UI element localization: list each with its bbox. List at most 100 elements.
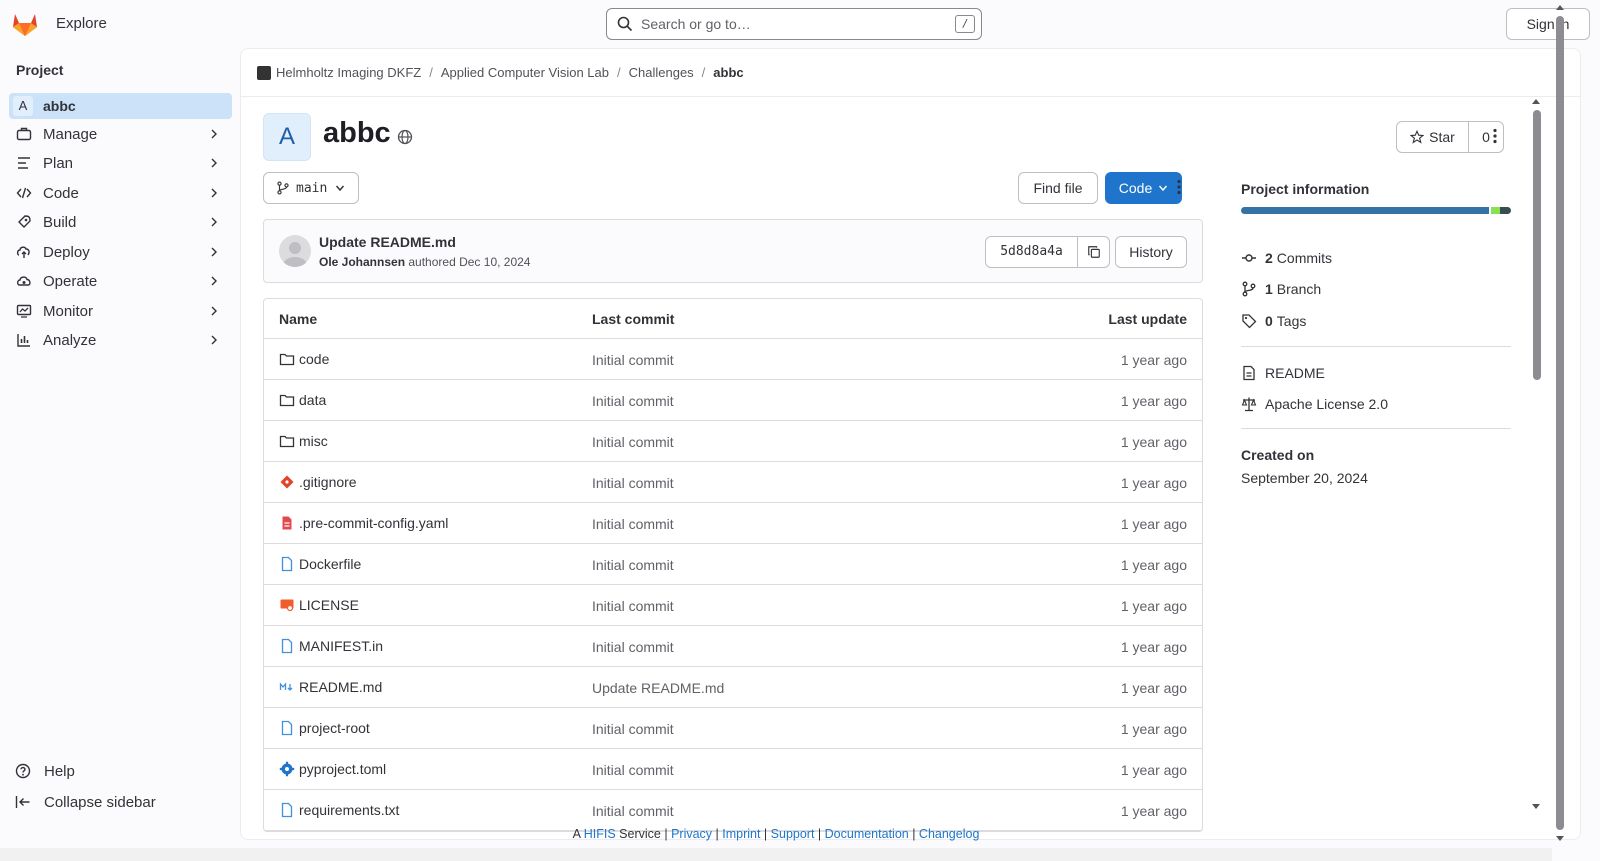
table-row[interactable]: README.md Update README.md 1 year ago bbox=[264, 667, 1202, 708]
author-avatar[interactable] bbox=[279, 235, 311, 267]
sidebar-item-monitor[interactable]: Monitor bbox=[9, 297, 232, 325]
file-name[interactable]: requirements.txt bbox=[299, 802, 399, 818]
table-row[interactable]: code Initial commit 1 year ago bbox=[264, 339, 1202, 380]
file-name[interactable]: .pre-commit-config.yaml bbox=[299, 515, 448, 531]
scroll-up-arrow-icon[interactable] bbox=[1532, 99, 1540, 104]
last-commit-cell[interactable]: Initial commit bbox=[592, 557, 674, 573]
commits-link[interactable]: 2 Commits bbox=[1241, 250, 1332, 266]
sidebar-item-analyze[interactable]: Analyze bbox=[9, 326, 232, 354]
file-name[interactable]: .gitignore bbox=[299, 474, 357, 490]
last-commit-cell[interactable]: Update README.md bbox=[592, 680, 724, 696]
commit-sha[interactable]: 5d8d8a4a bbox=[986, 237, 1078, 267]
language-bar-segment[interactable] bbox=[1241, 207, 1489, 214]
sidebar-item-project[interactable]: A abbc bbox=[9, 93, 232, 119]
sidebar-item-code[interactable]: Code bbox=[9, 179, 232, 207]
last-commit-cell[interactable]: Initial commit bbox=[592, 639, 674, 655]
breadcrumb-current[interactable]: abbc bbox=[713, 65, 743, 80]
file-name[interactable]: MANIFEST.in bbox=[299, 638, 383, 654]
scrollbar-thumb[interactable] bbox=[1556, 16, 1564, 830]
file-name[interactable]: data bbox=[299, 392, 326, 408]
file-name-cell[interactable]: project-root bbox=[279, 720, 370, 736]
commit-author[interactable]: Ole Johannsen bbox=[319, 255, 405, 269]
breadcrumb-item[interactable]: Applied Computer Vision Lab bbox=[441, 65, 609, 80]
sidebar-item-manage[interactable]: Manage bbox=[9, 120, 232, 148]
file-name-cell[interactable]: requirements.txt bbox=[279, 802, 399, 818]
table-row[interactable]: project-root Initial commit 1 year ago bbox=[264, 708, 1202, 749]
file-name[interactable]: LICENSE bbox=[299, 597, 359, 613]
last-commit-cell[interactable]: Initial commit bbox=[592, 803, 674, 819]
scrollbar-thumb[interactable] bbox=[1533, 110, 1541, 380]
file-name-cell[interactable]: Dockerfile bbox=[279, 556, 361, 572]
file-name-cell[interactable]: MANIFEST.in bbox=[279, 638, 383, 654]
footer-link-privacy[interactable]: Privacy bbox=[671, 827, 712, 841]
file-name[interactable]: pyproject.toml bbox=[299, 761, 386, 777]
help-button[interactable]: Help bbox=[9, 757, 232, 785]
file-name-cell[interactable]: .gitignore bbox=[279, 474, 357, 490]
file-name-cell[interactable]: data bbox=[279, 392, 326, 408]
more-actions-icon[interactable] bbox=[1487, 128, 1503, 144]
footer-link-imprint[interactable]: Imprint bbox=[722, 827, 760, 841]
history-button[interactable]: History bbox=[1115, 236, 1187, 268]
table-row[interactable]: misc Initial commit 1 year ago bbox=[264, 421, 1202, 462]
last-commit-cell[interactable]: Initial commit bbox=[592, 434, 674, 450]
sidebar-item-build[interactable]: Build bbox=[9, 208, 232, 236]
file-name-cell[interactable]: pyproject.toml bbox=[279, 761, 386, 777]
copy-sha-button[interactable] bbox=[1078, 237, 1109, 267]
table-row[interactable]: .gitignore Initial commit 1 year ago bbox=[264, 462, 1202, 503]
breadcrumb-item[interactable]: Challenges bbox=[629, 65, 694, 80]
scroll-down-arrow-icon[interactable] bbox=[1556, 836, 1564, 841]
file-name-cell[interactable]: code bbox=[279, 351, 329, 367]
commit-title[interactable]: Update README.md bbox=[319, 234, 456, 250]
last-commit-cell[interactable]: Initial commit bbox=[592, 762, 674, 778]
file-name[interactable]: code bbox=[299, 351, 329, 367]
file-name-cell[interactable]: misc bbox=[279, 433, 328, 449]
language-bar-segment[interactable] bbox=[1500, 207, 1511, 214]
license-link[interactable]: Apache License 2.0 bbox=[1241, 396, 1388, 412]
branch-selector[interactable]: main bbox=[263, 172, 359, 204]
table-row[interactable]: Dockerfile Initial commit 1 year ago bbox=[264, 544, 1202, 585]
footer-link-changelog[interactable]: Changelog bbox=[919, 827, 979, 841]
scroll-up-arrow-icon[interactable] bbox=[1556, 5, 1564, 10]
file-name[interactable]: Dockerfile bbox=[299, 556, 361, 572]
table-row[interactable]: .pre-commit-config.yaml Initial commit 1 y… bbox=[264, 503, 1202, 544]
explore-link[interactable]: Explore bbox=[56, 15, 107, 32]
file-name-cell[interactable]: .pre-commit-config.yaml bbox=[279, 515, 448, 531]
gitlab-logo-icon[interactable] bbox=[11, 11, 39, 37]
file-name-cell[interactable]: README.md bbox=[279, 679, 382, 695]
search-input[interactable]: Search or go to… / bbox=[606, 8, 982, 40]
branches-link[interactable]: 1 Branch bbox=[1241, 281, 1321, 297]
file-name-cell[interactable]: LICENSE bbox=[279, 597, 359, 613]
last-commit-cell[interactable]: Initial commit bbox=[592, 352, 674, 368]
file-name[interactable]: project-root bbox=[299, 720, 370, 736]
sidebar-item-operate[interactable]: Operate bbox=[9, 267, 232, 295]
language-bar-segment[interactable] bbox=[1491, 207, 1500, 214]
last-commit-cell[interactable]: Initial commit bbox=[592, 475, 674, 491]
find-file-button[interactable]: Find file bbox=[1018, 172, 1098, 204]
last-commit-cell[interactable]: Initial commit bbox=[592, 516, 674, 532]
readme-link[interactable]: README bbox=[1241, 365, 1325, 381]
collapse-sidebar-button[interactable]: Collapse sidebar bbox=[9, 788, 232, 816]
scroll-down-arrow-icon[interactable] bbox=[1532, 804, 1540, 809]
last-commit-cell[interactable]: Initial commit bbox=[592, 598, 674, 614]
sidebar-item-deploy[interactable]: Deploy bbox=[9, 238, 232, 266]
horizontal-scrollbar[interactable] bbox=[0, 848, 1552, 861]
repo-more-actions-icon[interactable] bbox=[1171, 179, 1187, 195]
last-commit-cell[interactable]: Initial commit bbox=[592, 721, 674, 737]
footer-link-support[interactable]: Support bbox=[771, 827, 815, 841]
sign-in-button[interactable]: Sign in bbox=[1506, 8, 1590, 40]
file-name[interactable]: README.md bbox=[299, 679, 382, 695]
content-scrollbar[interactable] bbox=[1530, 96, 1542, 814]
sidebar-item-plan[interactable]: Plan bbox=[9, 149, 232, 177]
table-row[interactable]: LICENSE Initial commit 1 year ago bbox=[264, 585, 1202, 626]
table-row[interactable]: data Initial commit 1 year ago bbox=[264, 380, 1202, 421]
star-button[interactable]: Star bbox=[1397, 122, 1469, 152]
footer-link-hifis[interactable]: HIFIS bbox=[584, 827, 616, 841]
breadcrumb-item[interactable]: Helmholtz Imaging DKFZ bbox=[276, 65, 421, 80]
table-row[interactable]: MANIFEST.in Initial commit 1 year ago bbox=[264, 626, 1202, 667]
footer-link-documentation[interactable]: Documentation bbox=[825, 827, 909, 841]
page-scrollbar[interactable] bbox=[1552, 0, 1568, 848]
last-commit-cell[interactable]: Initial commit bbox=[592, 393, 674, 409]
table-row[interactable]: requirements.txt Initial commit 1 year ago bbox=[264, 790, 1202, 831]
table-row[interactable]: pyproject.toml Initial commit 1 year ago bbox=[264, 749, 1202, 790]
tags-link[interactable]: 0 Tags bbox=[1241, 313, 1306, 329]
